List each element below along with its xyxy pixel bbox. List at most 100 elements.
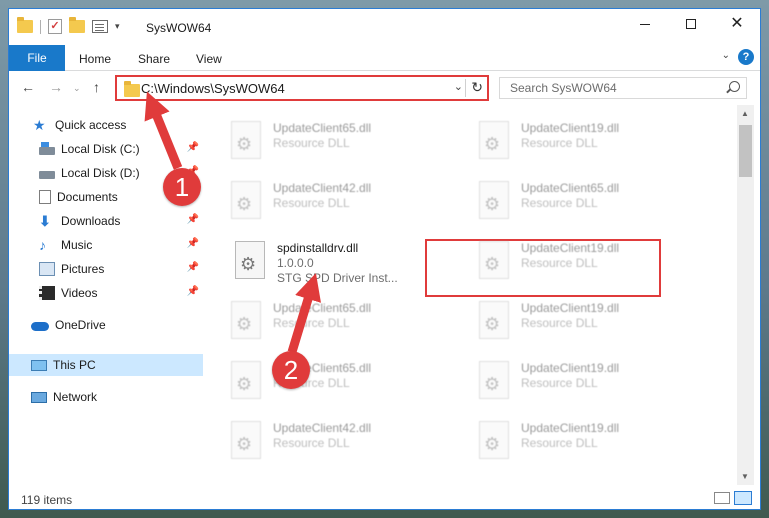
scroll-down-arrow-icon[interactable]: ▼ [741, 472, 749, 481]
large-icons-view-icon[interactable] [734, 491, 752, 505]
file-item[interactable]: UpdateClient19.dll Resource DLL [475, 235, 715, 287]
disk-icon [39, 142, 55, 155]
sidebar-item-label: Quick access [55, 118, 127, 132]
ribbon-tabs: File Home Share View ⌄ ? [9, 45, 760, 71]
tab-file[interactable]: File [9, 45, 65, 71]
documents-icon [39, 190, 51, 204]
view-properties-icon[interactable] [92, 20, 108, 33]
sidebar-item-music[interactable]: ♪ Music 📌 [9, 234, 203, 256]
explorer-window: ✓ ▾ SysWOW64 ✕ File Home Share View ⌄ ? … [8, 8, 761, 510]
search-input[interactable]: Search SysWOW64 [499, 77, 747, 99]
sidebar-item-label: Local Disk (D:) [61, 166, 140, 180]
dll-file-icon [479, 421, 509, 459]
dll-file-icon [231, 181, 261, 219]
vertical-scrollbar[interactable]: ▲ ▼ [737, 105, 754, 485]
sidebar-item-quick-access[interactable]: ★ Quick access [9, 114, 203, 136]
sidebar-item-this-pc[interactable]: This PC [9, 354, 203, 376]
file-item[interactable]: UpdateClient19.dll Resource DLL [475, 415, 715, 467]
refresh-icon[interactable]: ↻ [471, 79, 483, 96]
maximize-icon [686, 19, 696, 29]
pc-icon [31, 359, 47, 371]
file-description: Resource DLL [273, 316, 350, 330]
tab-view[interactable]: View [196, 52, 222, 66]
pin-icon[interactable]: 📌 [187, 238, 199, 249]
pin-icon[interactable]: 📌 [187, 262, 199, 273]
file-description: Resource DLL [521, 196, 598, 210]
sidebar-item-local-disk-c[interactable]: Local Disk (C:) 📌 [9, 138, 203, 160]
up-button[interactable]: ↑ [93, 79, 100, 95]
sidebar-item-videos[interactable]: Videos 📌 [9, 282, 203, 304]
sidebar-item-label: Videos [61, 286, 98, 300]
item-count: 119 items [21, 493, 73, 507]
file-description: Resource DLL [273, 436, 350, 450]
file-item[interactable]: UpdateClient42.dll Resource DLL [227, 415, 467, 467]
file-item[interactable]: UpdateClient65.dll Resource DLL [227, 355, 467, 407]
file-version: 1.0.0.0 [277, 256, 314, 270]
dll-file-icon [479, 361, 509, 399]
address-bar[interactable]: C:\Windows\SysWOW64 ⌄ ↻ [115, 75, 489, 101]
file-description: Resource DLL [273, 136, 350, 150]
recent-locations-chevron-icon[interactable]: ⌄ [73, 83, 81, 94]
pin-icon[interactable]: 📌 [187, 142, 199, 153]
file-item[interactable]: UpdateClient19.dll Resource DLL [475, 115, 715, 167]
minimize-icon [640, 23, 650, 25]
sidebar-item-downloads[interactable]: ⬇ Downloads 📌 [9, 210, 203, 232]
sidebar-item-label: Documents [57, 190, 118, 204]
tab-home[interactable]: Home [79, 52, 111, 66]
customize-toolbar-chevron-icon[interactable]: ▾ [115, 21, 120, 32]
dll-file-icon [231, 301, 261, 339]
address-dropdown-chevron-icon[interactable]: ⌄ [454, 80, 463, 93]
sidebar-item-label: Local Disk (C:) [61, 142, 140, 156]
file-name: spdinstalldrv.dll [277, 241, 359, 255]
address-divider [465, 79, 466, 97]
file-item[interactable]: UpdateClient42.dll Resource DLL [227, 175, 467, 227]
close-button[interactable]: ✕ [714, 9, 760, 39]
dll-file-icon [231, 121, 261, 159]
sidebar-item-label: Music [61, 238, 93, 252]
sidebar-item-label: OneDrive [55, 318, 106, 332]
music-icon: ♪ [39, 237, 46, 253]
help-icon[interactable]: ? [738, 49, 754, 65]
file-name: UpdateClient19.dll [521, 121, 620, 135]
close-icon: ✕ [730, 15, 744, 32]
scrollbar-thumb[interactable] [739, 125, 752, 177]
step-2-badge: 2 [272, 351, 310, 389]
sidebar-item-network[interactable]: Network [9, 386, 203, 408]
file-name: UpdateClient19.dll [521, 361, 620, 375]
file-item[interactable]: UpdateClient65.dll Resource DLL [475, 175, 715, 227]
address-path[interactable]: C:\Windows\SysWOW64 [141, 81, 285, 96]
forward-button[interactable]: → [49, 79, 63, 95]
dll-file-icon [479, 301, 509, 339]
file-description: Resource DLL [273, 196, 350, 210]
pin-icon[interactable]: 📌 [187, 286, 199, 297]
file-description: STG SPD Driver Inst... [277, 271, 398, 285]
file-item[interactable]: UpdateClient65.dll Resource DLL [227, 295, 467, 347]
sidebar-item-pictures[interactable]: Pictures 📌 [9, 258, 203, 280]
properties-checkmark-icon[interactable]: ✓ [48, 19, 62, 34]
file-item[interactable]: UpdateClient19.dll Resource DLL [475, 295, 715, 347]
back-button[interactable]: ← [21, 79, 35, 95]
search-icon[interactable] [729, 81, 740, 92]
tab-share[interactable]: Share [138, 52, 170, 66]
file-name: UpdateClient65.dll [273, 121, 372, 135]
file-item[interactable]: UpdateClient65.dll Resource DLL [227, 115, 467, 167]
new-folder-icon[interactable] [69, 17, 85, 33]
sidebar-item-label: This PC [53, 358, 96, 372]
network-icon [31, 391, 47, 403]
file-name: UpdateClient19.dll [521, 301, 620, 315]
details-view-icon[interactable] [714, 492, 730, 504]
expand-ribbon-chevron-icon[interactable]: ⌄ [722, 50, 730, 61]
minimize-button[interactable] [622, 9, 668, 39]
onedrive-icon [31, 322, 49, 331]
scroll-up-arrow-icon[interactable]: ▲ [741, 109, 749, 118]
toolbar-divider [40, 19, 41, 34]
status-bar: 119 items [9, 485, 760, 509]
dll-file-icon [235, 241, 265, 279]
file-item[interactable]: UpdateClient19.dll Resource DLL [475, 355, 715, 407]
sidebar-item-onedrive[interactable]: OneDrive [9, 314, 203, 336]
pin-icon[interactable]: 📌 [187, 214, 199, 225]
maximize-button[interactable] [668, 9, 714, 39]
sidebar-item-label: Pictures [61, 262, 105, 276]
file-description: Resource DLL [521, 256, 598, 270]
file-description: Resource DLL [521, 136, 598, 150]
